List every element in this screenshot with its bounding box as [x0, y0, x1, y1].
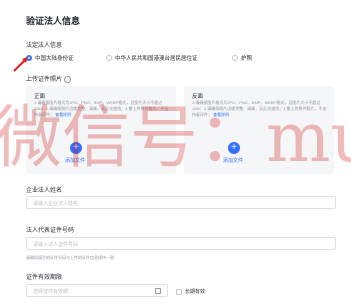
back-card-title: 反面: [192, 94, 204, 100]
id-number-input[interactable]: 请输入法人证件号码: [26, 237, 336, 250]
question-icon[interactable]: ?: [64, 75, 72, 83]
plus-icon[interactable]: +: [70, 142, 82, 154]
radio-hk-mo-tw-permit[interactable]: 中华人民共和国港澳台居民居住证: [106, 54, 198, 62]
radio-label: 中国大陆身份证: [35, 56, 74, 62]
id-number-placeholder: 请输入法人证件号码: [33, 242, 79, 248]
radio-unselected-icon: [232, 55, 238, 61]
front-upload-card: 正面 1.请确保图片格式为JPG、PNG、BMP、WEBP格式，且图片大小不超过…: [26, 86, 176, 174]
validity-label: 证件有效期限: [26, 275, 63, 281]
validity-placeholder: 选择证件有效期: [33, 289, 69, 295]
upload-area: 正面 1.请确保图片格式为JPG、PNG、BMP、WEBP格式，且图片大小不超过…: [26, 86, 342, 174]
front-view-sample-link[interactable]: 查看样例: [55, 112, 71, 117]
upload-label-text: 上传证件照片: [26, 77, 63, 83]
section-title: 验证法人信息: [26, 16, 81, 26]
radio-label: 护照: [241, 56, 253, 62]
legal-name-input[interactable]: 请输入企业法人姓名: [26, 196, 336, 209]
back-view-sample-link[interactable]: 查看样例: [213, 112, 229, 117]
calendar-icon: [155, 288, 161, 294]
radio-mainland-id[interactable]: 中国大陆身份证: [26, 54, 74, 62]
long-term-checkbox[interactable]: 长期有效: [176, 288, 205, 295]
back-add-file-button[interactable]: 添加文件: [223, 157, 243, 164]
long-term-label: 长期有效: [185, 289, 206, 295]
legal-name-placeholder: 请输入企业法人姓名: [33, 201, 79, 207]
id-number-label: 法人代表证件号码: [26, 228, 75, 234]
validity-date-picker[interactable]: 选择证件有效期: [26, 284, 168, 297]
radio-label: 中华人民共和国港澳台居民居住证: [115, 56, 198, 62]
legal-person-info-label: 法定法人信息: [26, 43, 63, 49]
red-arrow-icon: [13, 57, 28, 72]
checkbox-icon: [176, 288, 182, 295]
radio-unselected-icon: [106, 55, 112, 61]
back-upload-tips: 1.请确保图片格式为JPG、PNG、BMP、WEBP格式，且图片大小不超过10M…: [192, 100, 327, 118]
front-upload-tips: 1.请确保图片格式为JPG、PNG、BMP、WEBP格式，且图片大小不超过10M…: [34, 100, 169, 118]
id-number-hint: 请确保填写的证件号码与上传的证件信息保持一致: [26, 255, 114, 260]
upload-id-photo-label: 上传证件照片?: [26, 74, 72, 83]
plus-icon[interactable]: +: [228, 142, 240, 154]
front-card-title: 正面: [34, 94, 46, 100]
back-upload-card: 反面 1.请确保图片格式为JPG、PNG、BMP、WEBP格式，且图片大小不超过…: [184, 86, 334, 174]
legal-name-label: 企业法人姓名: [26, 188, 63, 194]
front-add-file-button[interactable]: 添加文件: [65, 157, 85, 164]
radio-passport[interactable]: 护照: [232, 54, 252, 62]
verify-legal-person-form: 验证法人信息 法定法人信息 中国大陆身份证 中华人民共和国港澳台居民居住证 护照…: [0, 0, 351, 303]
id-type-radio-group: 中国大陆身份证 中华人民共和国港澳台居民居住证 护照: [26, 54, 336, 64]
